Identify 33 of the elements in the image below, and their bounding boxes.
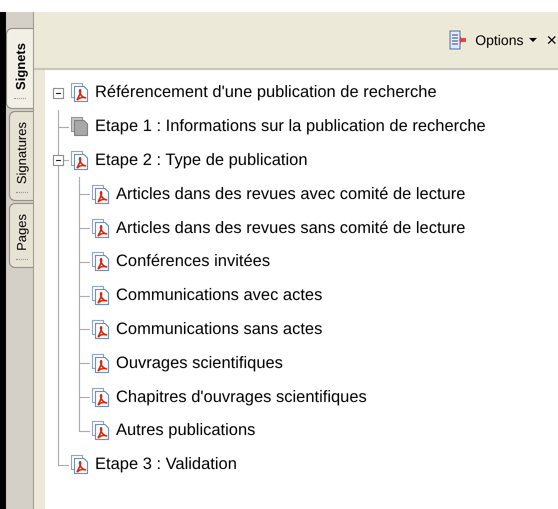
caret-icon <box>529 38 538 42</box>
side-tab[interactable]: Signatures <box>9 110 33 202</box>
bookmark-item[interactable]: Chapitres d'ouvrages scientifiques <box>116 388 367 407</box>
options-menu-button[interactable]: Options <box>471 30 542 50</box>
bookmark-item[interactable]: Communications avec actes <box>116 286 322 306</box>
pdf-document-icon <box>92 388 110 407</box>
side-tab[interactable]: Pages <box>9 203 33 268</box>
bookmark-item[interactable]: Etape 3 : Validation <box>95 455 237 474</box>
expander-icon[interactable] <box>53 88 64 99</box>
pdf-document-icon <box>92 184 110 204</box>
bookmark-item[interactable]: Ouvrages scientifiques <box>116 354 283 373</box>
close-button[interactable]: × <box>545 30 558 50</box>
bookmark-item[interactable]: Etape 2 : Type de publication <box>95 150 308 170</box>
bookmark-item[interactable]: Conférences invitées <box>116 252 270 272</box>
pdf-document-icon <box>71 150 89 170</box>
bookmark-item[interactable]: Communications sans actes <box>116 320 322 339</box>
pdf-document-icon <box>92 218 110 238</box>
pdf-document-icon <box>92 320 110 339</box>
bookmark-item[interactable]: Autres publications <box>116 421 256 440</box>
document-arrow-icon <box>449 30 468 50</box>
pdf-document-icon <box>92 252 110 272</box>
pdf-document-icon <box>92 421 110 440</box>
bookmark-item[interactable]: Référencement d'une publication de recherche <box>95 83 437 102</box>
pdf-document-icon <box>71 83 89 102</box>
expander-icon[interactable] <box>53 155 64 166</box>
pdf-document-icon <box>92 286 110 306</box>
blank-document-icon <box>71 117 89 136</box>
pdf-document-icon <box>92 354 110 373</box>
pdf-document-icon <box>71 455 89 474</box>
bookmark-item[interactable]: Etape 1 : Informations sur la publication de recherche <box>95 117 486 136</box>
bookmark-item[interactable]: Articles dans des revues avec comité de lecture <box>116 184 466 204</box>
side-tab[interactable]: Signets <box>6 28 33 109</box>
bookmark-item[interactable]: Articles dans des revues sans comité de lecture <box>116 218 466 238</box>
